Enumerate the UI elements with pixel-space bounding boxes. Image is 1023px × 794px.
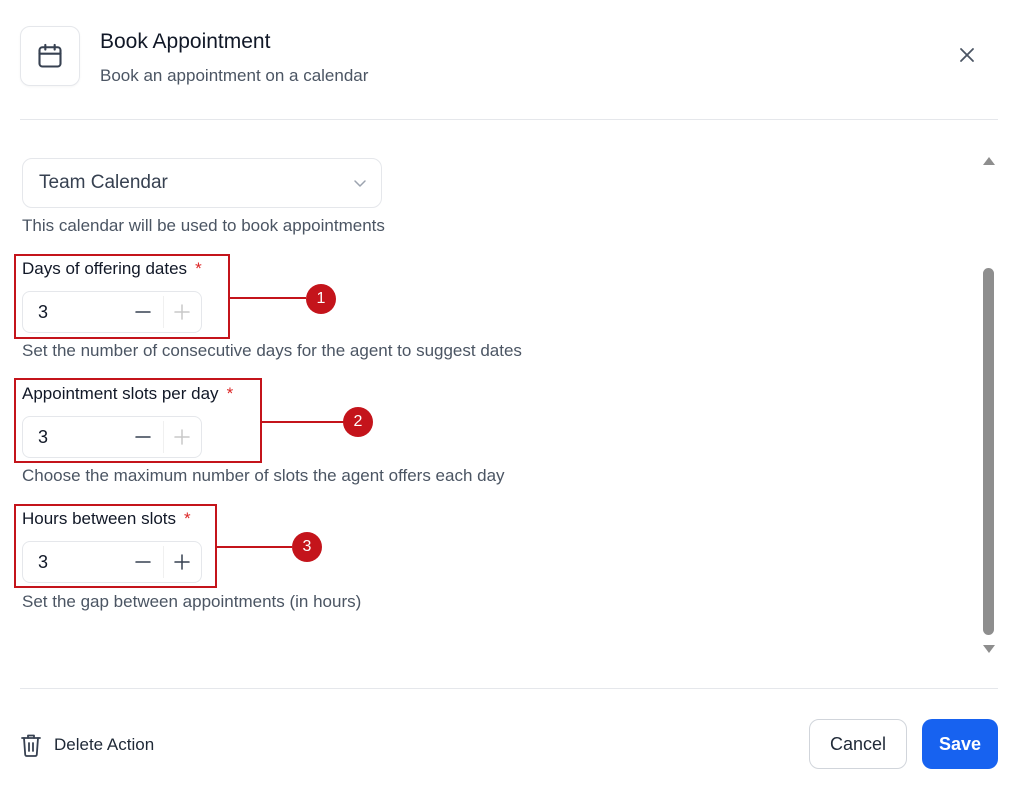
chevron-down-icon [354,180,366,187]
annotation-line-3 [217,546,292,548]
header-divider [20,119,998,120]
annotation-box-1 [14,254,230,339]
calendar-icon [38,43,62,68]
slots-per-day-help-text: Choose the maximum number of slots the a… [22,466,505,485]
annotation-box-3 [14,504,217,588]
triangle-down-icon [983,645,995,653]
annotation-badge-1: 1 [306,284,336,314]
page-title: Book Appointment [100,30,271,53]
annotation-box-2 [14,378,262,463]
page-subtitle: Book an appointment on a calendar [100,66,369,85]
trash-icon [21,734,41,757]
delete-action-button[interactable]: Delete Action [20,731,154,759]
calendar-select[interactable]: Team Calendar [22,158,382,208]
close-icon [960,48,974,62]
calendar-help-text: This calendar will be used to book appoi… [22,216,385,235]
scroll-down-button[interactable] [981,642,997,654]
close-button[interactable] [952,40,982,70]
annotation-line-2 [262,421,344,423]
cancel-button[interactable]: Cancel [809,719,907,769]
calendar-icon-box [20,26,80,86]
calendar-select-value: Team Calendar [39,172,168,193]
delete-action-label: Delete Action [54,735,155,754]
hours-between-help-text: Set the gap between appointments (in hou… [22,592,362,611]
scroll-up-button[interactable] [981,154,997,166]
annotation-badge-3: 3 [292,532,322,562]
footer-divider [20,688,998,689]
save-button[interactable]: Save [922,719,998,769]
scrollbar-thumb[interactable] [983,268,994,635]
annotation-line-1 [230,297,306,299]
days-offering-help-text: Set the number of consecutive days for t… [22,341,522,360]
annotation-badge-2: 2 [343,407,373,437]
triangle-up-icon [983,157,995,165]
